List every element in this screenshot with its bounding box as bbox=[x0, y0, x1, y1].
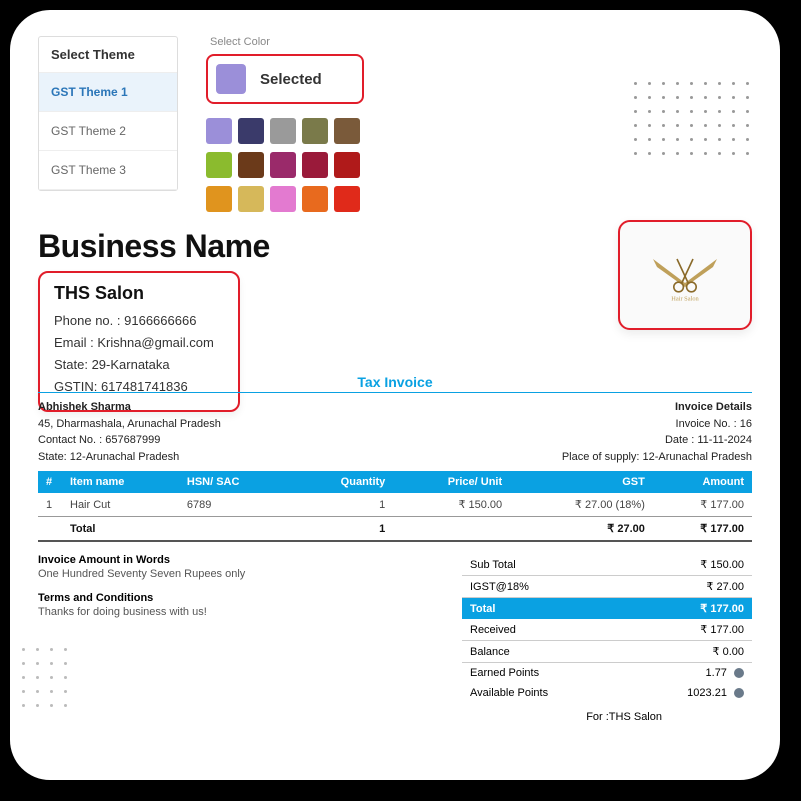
theme-panel: Select Theme GST Theme 1 GST Theme 2 GST… bbox=[38, 36, 178, 191]
app-card: Select Theme GST Theme 1 GST Theme 2 GST… bbox=[10, 10, 780, 780]
col-gst: GST bbox=[510, 471, 653, 493]
theme-item-2[interactable]: GST Theme 2 bbox=[39, 112, 177, 151]
summary-table: Sub Total₹ 150.00 IGST@18%₹ 27.00 Total₹… bbox=[462, 554, 752, 703]
items-table: # Item name HSN/ SAC Quantity Price/ Uni… bbox=[38, 471, 752, 542]
col-idx: # bbox=[38, 471, 62, 493]
divider bbox=[38, 392, 752, 393]
points-icon bbox=[734, 668, 744, 678]
color-swatch[interactable] bbox=[270, 186, 296, 212]
color-swatch[interactable] bbox=[302, 186, 328, 212]
color-swatch[interactable] bbox=[238, 186, 264, 212]
col-hsn: HSN/ SAC bbox=[179, 471, 293, 493]
business-logo-highlight: Hair Salon bbox=[618, 220, 752, 330]
bill-to-name: Abhishek Sharma bbox=[38, 399, 221, 416]
for-line: For :THS Salon bbox=[38, 711, 752, 723]
theme-item-1[interactable]: GST Theme 1 bbox=[39, 73, 177, 112]
words-value: One Hundred Seventy Seven Rupees only bbox=[38, 568, 442, 580]
theme-item-3[interactable]: GST Theme 3 bbox=[39, 151, 177, 190]
summary-earned: Earned Points1.77 bbox=[462, 663, 752, 684]
invoice-words-terms: Invoice Amount in Words One Hundred Seve… bbox=[38, 554, 442, 703]
color-swatch[interactable] bbox=[206, 118, 232, 144]
selected-swatch[interactable] bbox=[216, 64, 246, 94]
bill-to-contact: Contact No. : 657687999 bbox=[38, 432, 221, 449]
selected-color-highlight: Selected bbox=[206, 54, 364, 104]
color-palette bbox=[206, 118, 364, 212]
selected-color-text: Selected bbox=[260, 71, 322, 88]
col-name: Item name bbox=[62, 471, 179, 493]
col-price: Price/ Unit bbox=[393, 471, 510, 493]
summary-total: Total₹ 177.00 bbox=[462, 598, 752, 620]
salon-logo-icon: Hair Salon bbox=[645, 240, 725, 310]
bill-to-block: Abhishek Sharma 45, Dharmashala, Arunach… bbox=[38, 399, 221, 465]
table-total-row: Total 1 ₹ 27.00 ₹ 177.00 bbox=[38, 517, 752, 542]
summary-igst: IGST@18%₹ 27.00 bbox=[462, 576, 752, 598]
terms-label: Terms and Conditions bbox=[38, 592, 442, 604]
invoice-title: Tax Invoice bbox=[38, 374, 752, 390]
color-panel-label: Select Color bbox=[210, 36, 364, 48]
bill-to-state: State: 12-Arunachal Pradesh bbox=[38, 449, 221, 466]
terms-value: Thanks for doing business with us! bbox=[38, 606, 442, 618]
col-amount: Amount bbox=[653, 471, 752, 493]
business-heading: Business Name bbox=[38, 228, 270, 265]
points-icon bbox=[734, 688, 744, 698]
invoice-details-heading: Invoice Details bbox=[562, 399, 752, 416]
svg-text:Hair Salon: Hair Salon bbox=[671, 296, 699, 303]
summary-received: Received₹ 177.00 bbox=[462, 619, 752, 641]
col-qty: Quantity bbox=[293, 471, 394, 493]
color-swatch[interactable] bbox=[238, 152, 264, 178]
color-swatch[interactable] bbox=[270, 118, 296, 144]
color-swatch[interactable] bbox=[334, 118, 360, 144]
color-swatch[interactable] bbox=[238, 118, 264, 144]
color-swatch[interactable] bbox=[302, 118, 328, 144]
theme-panel-heading: Select Theme bbox=[39, 37, 177, 73]
business-phone: Phone no. : 9166666666 bbox=[54, 310, 214, 332]
summary-subtotal: Sub Total₹ 150.00 bbox=[462, 554, 752, 576]
color-swatch[interactable] bbox=[334, 152, 360, 178]
color-swatch[interactable] bbox=[206, 186, 232, 212]
business-email: Email : Krishna@gmail.com bbox=[54, 332, 214, 354]
invoice-preview: Tax Invoice Abhishek Sharma 45, Dharmash… bbox=[38, 374, 752, 723]
words-label: Invoice Amount in Words bbox=[38, 554, 442, 566]
color-swatch[interactable] bbox=[206, 152, 232, 178]
color-swatch[interactable] bbox=[270, 152, 296, 178]
summary-balance: Balance₹ 0.00 bbox=[462, 641, 752, 663]
business-state: State: 29-Karnataka bbox=[54, 354, 214, 376]
invoice-pos: Place of supply: 12-Arunachal Pradesh bbox=[562, 449, 752, 466]
summary-available: Available Points1023.21 bbox=[462, 683, 752, 703]
business-name: THS Salon bbox=[54, 283, 214, 304]
color-swatch[interactable] bbox=[302, 152, 328, 178]
invoice-details-block: Invoice Details Invoice No. : 16 Date : … bbox=[562, 399, 752, 465]
invoice-date: Date : 11-11-2024 bbox=[562, 432, 752, 449]
bill-to-addr: 45, Dharmashala, Arunachal Pradesh bbox=[38, 416, 221, 433]
table-header-row: # Item name HSN/ SAC Quantity Price/ Uni… bbox=[38, 471, 752, 493]
color-panel: Select Color Selected bbox=[206, 36, 364, 220]
table-row: 1 Hair Cut 6789 1 ₹ 150.00 ₹ 27.00 (18%)… bbox=[38, 493, 752, 517]
invoice-no: Invoice No. : 16 bbox=[562, 416, 752, 433]
decorative-dots-tr bbox=[634, 82, 752, 158]
color-swatch[interactable] bbox=[334, 186, 360, 212]
